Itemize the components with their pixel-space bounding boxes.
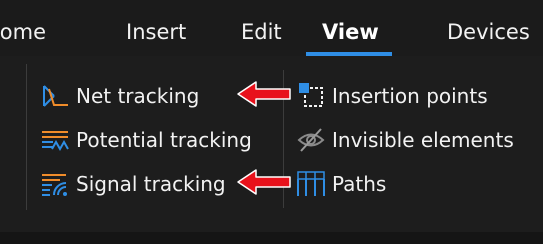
potential-tracking-label: Potential tracking	[76, 128, 252, 152]
insertion-points-label: Insertion points	[332, 84, 488, 108]
paths-button[interactable]: Paths	[296, 169, 386, 199]
invisible-elements-button[interactable]: Invisible elements	[296, 125, 514, 155]
potential-tracking-icon	[42, 131, 69, 152]
tab-insert[interactable]: Insert	[126, 14, 186, 50]
tab-view[interactable]: View	[322, 14, 379, 50]
potential-tracking-button[interactable]: Potential tracking	[40, 125, 252, 155]
net-tracking-label: Net tracking	[76, 84, 200, 108]
insertion-points-button[interactable]: Insertion points	[296, 81, 488, 111]
signal-tracking-button[interactable]: Signal tracking	[40, 169, 226, 199]
paths-label: Paths	[332, 172, 387, 196]
net-tracking-button[interactable]: Net tracking	[40, 81, 199, 111]
ribbon-bottom-strip	[0, 232, 543, 244]
group-divider-left	[26, 64, 27, 210]
tab-edit[interactable]: Edit	[241, 14, 282, 50]
paths-icon	[297, 171, 325, 196]
ribbon-tab-bar: Home Insert Edit View Devices	[0, 0, 543, 56]
signal-tracking-label: Signal tracking	[76, 172, 226, 196]
signal-tracking-icon	[42, 174, 67, 196]
red-arrow-icon	[237, 81, 291, 107]
tab-devices[interactable]: Devices	[447, 14, 530, 50]
insertion-points-icon	[299, 83, 323, 107]
red-arrow-icon	[237, 169, 291, 195]
net-tracking-icon	[43, 85, 68, 107]
ribbon-window: Home Insert Edit View Devices Net tracki…	[0, 0, 543, 244]
invisible-elements-icon	[297, 128, 325, 152]
tab-home[interactable]: Home	[0, 14, 46, 50]
invisible-elements-label: Invisible elements	[332, 128, 514, 152]
